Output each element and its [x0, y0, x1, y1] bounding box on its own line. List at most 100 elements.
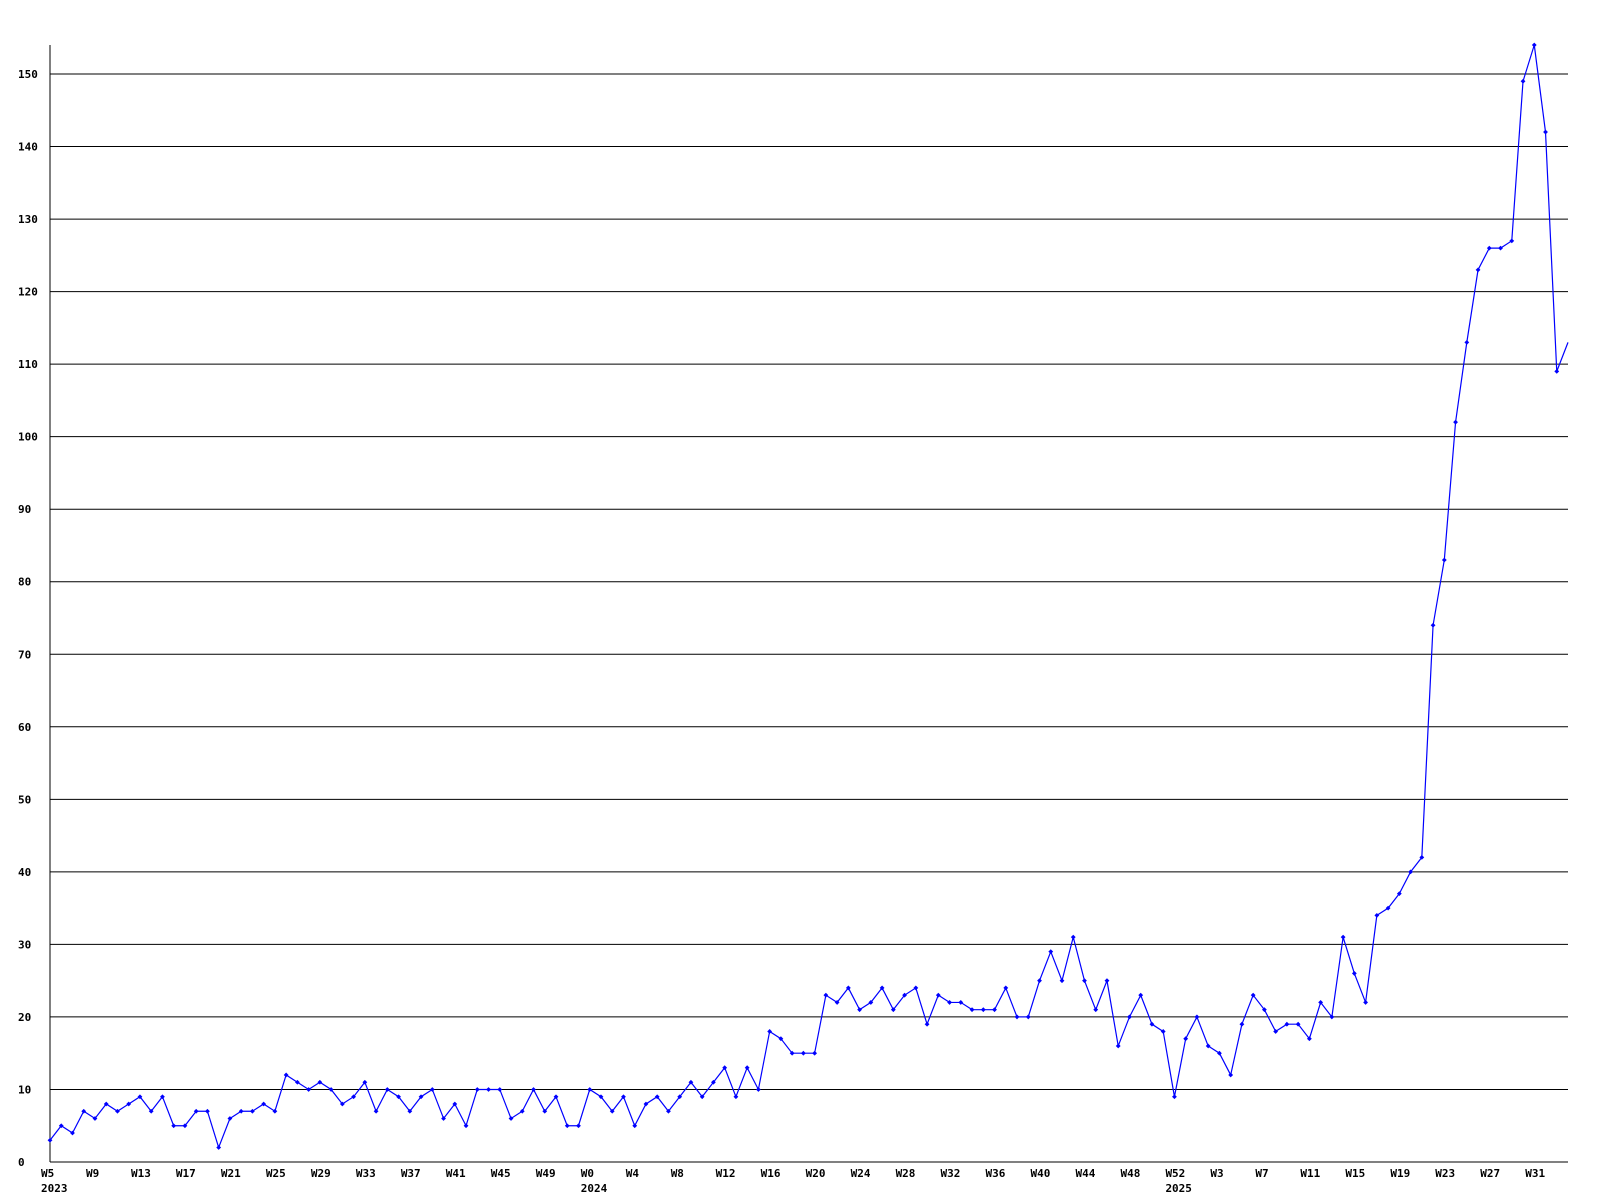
x-tick-label-w17: W17: [176, 1167, 196, 1180]
y-tick-label-30: 30: [18, 938, 31, 951]
x-tick-label-w20: W20: [806, 1167, 826, 1180]
y-tick-label-60: 60: [18, 721, 31, 734]
data-point: [1486, 245, 1492, 251]
y-tick-label-120: 120: [18, 286, 38, 299]
x-year-label-2025: 2025: [1165, 1182, 1192, 1195]
x-tick-label-w33: W33: [356, 1167, 376, 1180]
x-tick-label-w21: W21: [221, 1167, 241, 1180]
data-point: [1025, 1014, 1031, 1020]
data-point: [744, 1065, 750, 1071]
data-point: [800, 1050, 806, 1056]
data-point: [1194, 1014, 1200, 1020]
data-point: [1082, 978, 1087, 984]
data-point: [1127, 1014, 1132, 1020]
data-point: [373, 1108, 379, 1114]
x-tick-label-w40: W40: [1031, 1167, 1051, 1180]
data-point: [1104, 978, 1110, 984]
y-tick-label-140: 140: [18, 141, 38, 154]
grid-lines: [50, 73, 1568, 1090]
data-point: [1531, 42, 1537, 48]
x-tick-label-w11: W11: [1300, 1167, 1320, 1180]
data-point: [1464, 339, 1470, 345]
data-point: [531, 1087, 536, 1092]
x-tick-label-w4: W4: [626, 1167, 640, 1180]
y-tick-label-50: 50: [18, 793, 31, 806]
x-tick-label-w8: W8: [671, 1167, 684, 1180]
y-tick-label-10: 10: [18, 1083, 31, 1096]
data-point: [1228, 1072, 1234, 1078]
data-point: [924, 1021, 930, 1027]
axes: [49, 45, 1568, 1163]
data-point: [1351, 971, 1357, 976]
data-point: [1441, 557, 1447, 563]
data-point: [1340, 934, 1346, 940]
x-tick-label-w9: W9: [86, 1167, 99, 1180]
data-point: [733, 1094, 739, 1100]
x-year-label-2023: 2023: [41, 1182, 68, 1195]
data-point: [1070, 934, 1076, 940]
chart-container: 0 10 20 30 40 50 60 70 80 90 100 110 120 130 140 150 W5…: [0, 0, 1600, 1200]
x-tick-label-w19: W19: [1390, 1167, 1410, 1180]
data-point: [1239, 1021, 1245, 1027]
x-tick-label-w13: W13: [131, 1167, 151, 1180]
data-point: [632, 1123, 638, 1129]
x-tick-label-w16: W16: [761, 1167, 781, 1180]
x-tick-label-w29: W29: [311, 1167, 331, 1180]
data-point-markers: [47, 42, 1560, 1150]
x-tick-label-w37: W37: [401, 1167, 421, 1180]
data-point: [1475, 267, 1481, 273]
y-tick-label-80: 80: [18, 576, 31, 589]
x-tick-label-w24: W24: [851, 1167, 871, 1180]
x-tick-label-w31: W31: [1525, 1167, 1545, 1180]
data-point: [1093, 1007, 1099, 1013]
x-tick-label-w25: W25: [266, 1167, 286, 1180]
data-point: [486, 1087, 491, 1092]
data-point: [474, 1087, 480, 1092]
x-year-label-2024: 2024: [581, 1182, 608, 1195]
x-tick-label-w32: W32: [941, 1167, 961, 1180]
data-point: [216, 1145, 222, 1150]
data-point: [171, 1123, 177, 1129]
x-tick-label-w48: W48: [1120, 1167, 1140, 1180]
data-point: [1115, 1043, 1121, 1049]
data-point: [1430, 622, 1436, 628]
data-point: [1520, 78, 1526, 84]
x-tick-label-w28: W28: [896, 1167, 916, 1180]
x-tick-label-w45: W45: [491, 1167, 511, 1180]
data-point: [497, 1087, 503, 1092]
x-tick-label-w41: W41: [446, 1167, 466, 1180]
data-point: [1183, 1036, 1189, 1042]
x-tick-label-w49: W49: [536, 1167, 556, 1180]
data-point: [1037, 978, 1042, 984]
x-tick-label-w3: W3: [1210, 1167, 1223, 1180]
x-tick-label-w15: W15: [1345, 1167, 1365, 1180]
x-tick-label-w0: W0: [581, 1167, 594, 1180]
x-tick-label-w52: W52: [1165, 1167, 1185, 1180]
data-point: [1059, 978, 1065, 984]
x-tick-label-w7: W7: [1255, 1167, 1268, 1180]
y-tick-label-70: 70: [18, 648, 31, 661]
data-point: [576, 1123, 581, 1129]
x-tick-label-w36: W36: [986, 1167, 1006, 1180]
y-tick-label-20: 20: [18, 1011, 31, 1024]
y-tick-label-0: 0: [18, 1156, 25, 1169]
data-point: [205, 1108, 210, 1114]
data-point: [812, 1050, 818, 1056]
data-point: [1003, 985, 1009, 991]
data-point: [1138, 992, 1144, 998]
data-point: [1014, 1014, 1020, 1020]
weekly-line-chart: 0 10 20 30 40 50 60 70 80 90 100 110 120 130 140 150 W5…: [18, 42, 1569, 1195]
data-point: [1543, 129, 1548, 135]
data-point: [1172, 1094, 1177, 1100]
data-point: [564, 1123, 570, 1129]
data-point: [1453, 419, 1458, 425]
y-tick-label-40: 40: [18, 866, 31, 879]
y-tick-label-90: 90: [18, 503, 31, 516]
y-tick-label-110: 110: [18, 358, 38, 371]
series-line: [49, 44, 1569, 1150]
x-axis-tick-labels: W5 2023 W9 W13 W17 W21 W25 W29 W33 W37 W41 W45 W49 W0…: [41, 1167, 1546, 1195]
x-tick-label-w5: W5: [41, 1167, 54, 1180]
x-tick-label-w44: W44: [1075, 1167, 1095, 1180]
x-tick-label-w12: W12: [716, 1167, 736, 1180]
data-point: [1048, 949, 1054, 955]
